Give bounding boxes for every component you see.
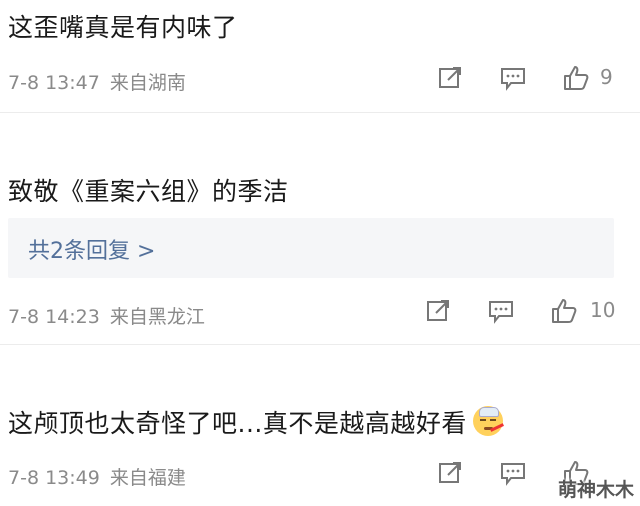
comment-date: 7-8 13:47 <box>8 72 100 94</box>
comment-text: 这歪嘴真是有内味了 <box>8 13 238 42</box>
thumbs-up-icon[interactable] <box>550 297 578 325</box>
comment-icon[interactable] <box>499 64 527 92</box>
comment-date: 7-8 13:49 <box>8 467 100 489</box>
comment-icon[interactable] <box>499 459 527 487</box>
watermark: 萌神木木 <box>557 479 634 501</box>
divider <box>0 112 640 113</box>
replies-box[interactable]: 共2条回复 > <box>8 218 614 278</box>
comment-location: 来自湖南 <box>109 72 186 94</box>
sick-thermometer-emoji-icon <box>472 406 504 436</box>
thumbs-up-icon[interactable] <box>562 64 590 92</box>
comment-icon[interactable] <box>487 297 515 325</box>
comment-meta: 7-8 13:47 来自湖南 <box>8 68 186 95</box>
comment-meta: 7-8 14:23 来自黑龙江 <box>8 302 205 329</box>
divider <box>0 344 640 345</box>
comment-meta: 7-8 13:49 来自福建 <box>8 463 186 490</box>
like-count: 9 <box>600 65 613 89</box>
comment-actions: 10 <box>424 297 636 327</box>
share-icon[interactable] <box>436 64 464 92</box>
comment-date: 7-8 14:23 <box>8 306 100 328</box>
comment-location: 来自黑龙江 <box>109 306 205 328</box>
comment-actions: 9 <box>436 64 636 94</box>
comment-text: 这颅顶也太奇怪了吧...真不是越高越好看 <box>8 404 504 440</box>
view-replies-link[interactable]: 共2条回复 > <box>28 233 155 265</box>
share-icon[interactable] <box>436 459 464 487</box>
share-icon[interactable] <box>424 297 452 325</box>
comment-location: 来自福建 <box>109 467 186 489</box>
comment-text-content: 这颅顶也太奇怪了吧...真不是越高越好看 <box>8 409 467 438</box>
like-count: 10 <box>590 298 616 322</box>
comment-text: 致敬《重案六组》的季洁 <box>8 177 289 206</box>
